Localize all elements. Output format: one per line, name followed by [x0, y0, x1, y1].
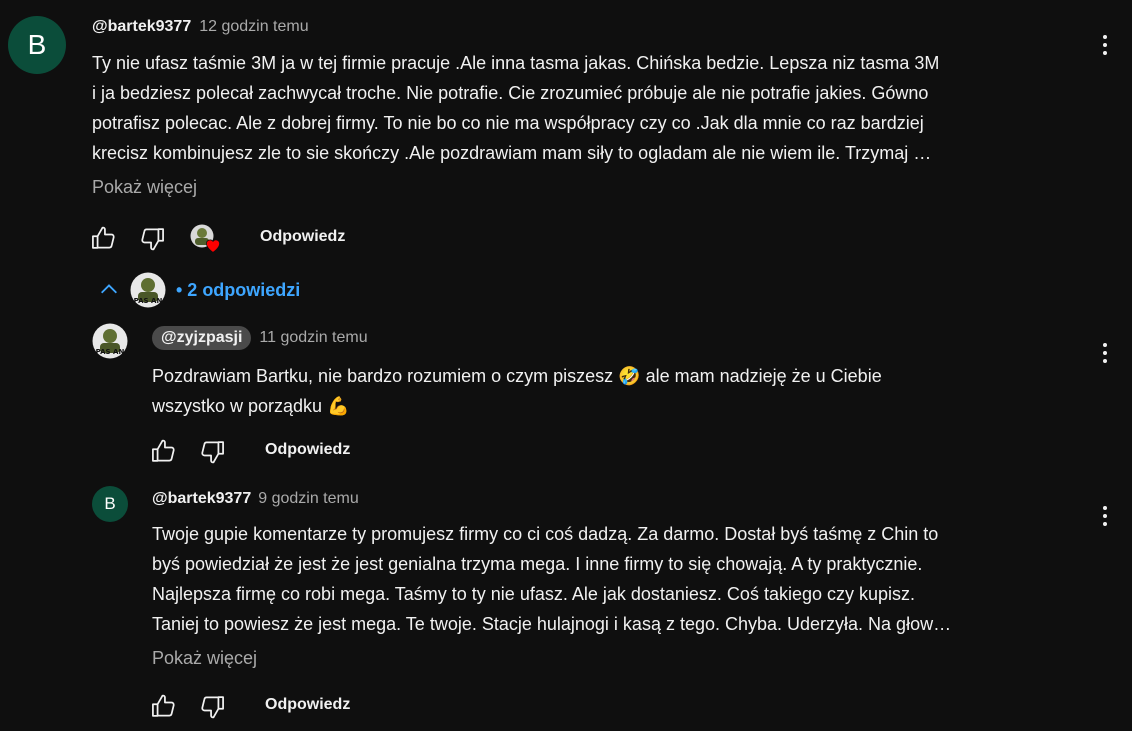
chevron-up-icon — [101, 284, 117, 294]
like-button[interactable] — [90, 224, 118, 252]
dislike-button[interactable] — [138, 225, 166, 253]
reply-author-avatar-icon: PAS AN — [130, 272, 166, 308]
svg-text:PAS AN: PAS AN — [134, 297, 163, 305]
avatar[interactable]: PAS AN — [92, 323, 128, 359]
avatar-image-icon: PAS AN — [92, 323, 128, 359]
reply-text: Pozdrawiam Bartku, nie bardzo rozumiem o… — [152, 361, 1072, 421]
heart-icon — [206, 239, 220, 253]
comment-menu-icon[interactable] — [1102, 35, 1108, 55]
comment-line: krecisz kombinujesz zle to sie skończy .… — [92, 143, 932, 163]
thumb-up-icon — [152, 439, 175, 462]
comment-line: Ty nie ufasz taśmie 3M ja w tej firmie p… — [92, 53, 940, 73]
thumb-up-icon — [152, 694, 175, 717]
thumb-down-icon — [201, 441, 224, 464]
show-more-button[interactable]: Pokaż więcej — [152, 648, 257, 669]
reply-menu-icon[interactable] — [1102, 506, 1108, 526]
avatar-text: PAS AN — [96, 348, 125, 356]
replies-toggle[interactable]: PAS AN • 2 odpowiedzi — [98, 272, 300, 308]
avatar[interactable]: B — [8, 16, 66, 74]
replies-count-link[interactable]: • 2 odpowiedzi — [176, 280, 300, 301]
comment-text: Ty nie ufasz taśmie 3M ja w tej firmie p… — [92, 48, 1092, 168]
avatar-letter: B — [27, 29, 47, 60]
comment-author[interactable]: @bartek9377 — [92, 18, 191, 36]
like-button[interactable] — [150, 692, 178, 720]
reply-header: @zyjzpasji 11 godzin temu — [152, 326, 368, 350]
reply-line: Najlepsza firmę co robi mega. Taśmy to t… — [152, 584, 916, 604]
reply-menu-icon[interactable] — [1102, 343, 1108, 363]
avatar[interactable]: B — [92, 486, 128, 522]
show-more-button[interactable]: Pokaż więcej — [92, 177, 197, 198]
reply-button[interactable]: Odpowiedz — [260, 228, 345, 246]
comment-line: i ja bedziesz polecał zachwycał troche. … — [92, 83, 929, 103]
thumb-down-icon — [141, 228, 164, 251]
reply-header: @bartek9377 9 godzin temu — [152, 490, 359, 508]
reply-line: Pozdrawiam Bartku, nie bardzo rozumiem o… — [152, 366, 882, 386]
dislike-button[interactable] — [198, 693, 226, 721]
reply-time[interactable]: 9 godzin temu — [258, 490, 359, 508]
reply-button[interactable]: Odpowiedz — [265, 441, 350, 459]
comment-time[interactable]: 12 godzin temu — [199, 18, 308, 36]
avatar-letter: B — [104, 494, 116, 513]
creator-heart — [190, 224, 226, 256]
reply-button[interactable]: Odpowiedz — [265, 696, 350, 714]
comment-line: potrafisz polecac. Ale z dobrej firmy. T… — [92, 113, 924, 133]
reply-author-pill[interactable]: @zyjzpasji — [152, 326, 252, 350]
reply-line: byś powiedział że jest że jest genialna … — [152, 554, 923, 574]
reply-text: Twoje gupie komentarze ty promujesz firm… — [152, 519, 1072, 639]
thumb-down-icon — [201, 696, 224, 719]
reply-line: wszystko w porządku 💪 — [152, 396, 350, 416]
dislike-button[interactable] — [198, 438, 226, 466]
thumb-up-icon — [92, 226, 115, 249]
reply-line: Twoje gupie komentarze ty promujesz firm… — [152, 524, 939, 544]
reply-time[interactable]: 11 godzin temu — [259, 329, 367, 347]
like-button[interactable] — [150, 437, 178, 465]
comment-header: @bartek9377 12 godzin temu — [92, 18, 309, 36]
reply-line: Taniej to powiesz że jest mega. Te twoje… — [152, 614, 952, 634]
reply-author[interactable]: @bartek9377 — [152, 490, 251, 508]
